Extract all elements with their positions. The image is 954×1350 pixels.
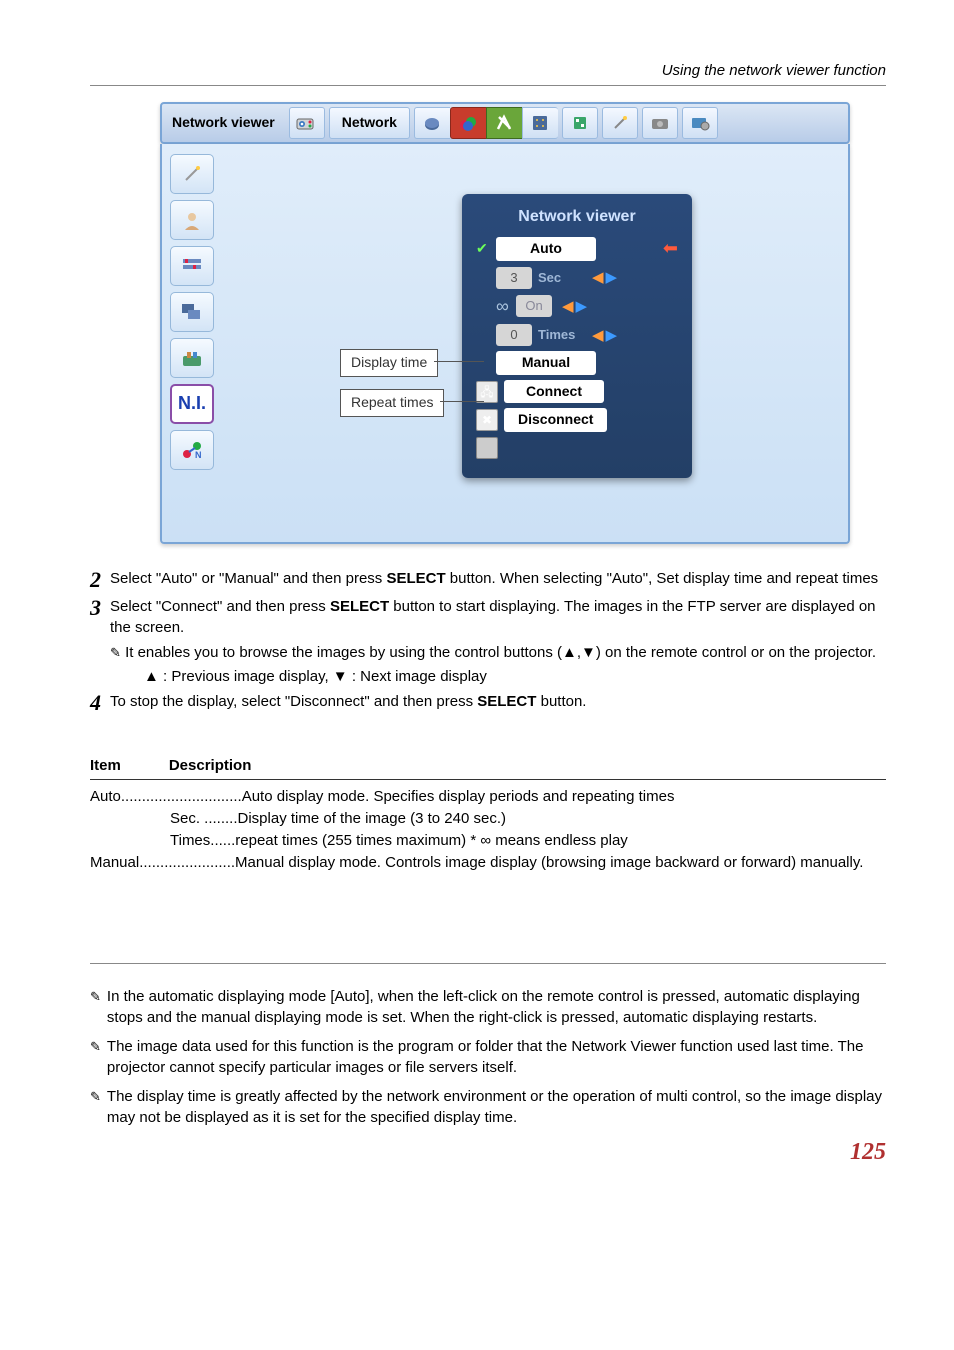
- wand-small-icon[interactable]: [170, 154, 214, 194]
- footnote-text: The image data used for this function is…: [107, 1036, 886, 1078]
- dialog-title: Network viewer: [476, 206, 678, 228]
- back-arrow-icon[interactable]: ⬅: [663, 236, 678, 261]
- times-arrows[interactable]: ◀▶: [592, 325, 617, 346]
- tools-icon[interactable]: [170, 338, 214, 378]
- ni-icon[interactable]: N.I.: [170, 384, 214, 424]
- section-header: Using the network viewer function: [90, 60, 886, 86]
- input-icon-4[interactable]: [522, 107, 558, 139]
- store-icon[interactable]: [476, 437, 498, 459]
- input-icon-2-red[interactable]: [450, 107, 486, 139]
- steps-block: 2 Select "Auto" or "Manual" and then pre…: [90, 568, 886, 715]
- viewer-icon[interactable]: [682, 107, 718, 139]
- step-number: 2: [90, 568, 110, 592]
- ni-label: N.I.: [178, 391, 206, 416]
- check-icon: ✔: [476, 239, 490, 259]
- manual-button[interactable]: Manual: [496, 351, 596, 375]
- step-body: To stop the display, select "Disconnect"…: [110, 691, 886, 715]
- network-icon[interactable]: N: [170, 430, 214, 470]
- step-number: 3: [90, 596, 110, 638]
- table-row: Sec. ........Display time of the image (…: [90, 808, 886, 830]
- osd-sidebar: N.I. N: [162, 144, 222, 542]
- table-row: Manual.......................Manual disp…: [90, 852, 886, 874]
- tile-icon[interactable]: [562, 107, 598, 139]
- sec-arrows[interactable]: ◀▶: [592, 267, 617, 288]
- on-value: On: [516, 295, 552, 317]
- sec-value: 3: [496, 267, 532, 289]
- pencil-icon: ✎: [90, 1086, 101, 1128]
- on-arrows[interactable]: ◀▶: [562, 296, 587, 317]
- times-value: 0: [496, 324, 532, 346]
- input-icon-1[interactable]: [414, 107, 450, 139]
- footnotes: ✎ In the automatic displaying mode [Auto…: [90, 963, 886, 1128]
- footnote-text: In the automatic displaying mode [Auto],…: [107, 986, 886, 1028]
- page-number: 125: [90, 1136, 886, 1170]
- callout-line: [440, 401, 484, 402]
- osd-panel: N.I. N Network viewer ✔ Auto ⬅ 3 Sec ◀▶ …: [160, 144, 850, 544]
- network-viewer-dialog: Network viewer ✔ Auto ⬅ 3 Sec ◀▶ ∞ On ◀▶…: [462, 194, 692, 478]
- svg-text:N: N: [195, 450, 202, 460]
- network-tab[interactable]: Network: [329, 107, 410, 139]
- callout-display-time: Display time: [340, 349, 438, 377]
- camera-icon[interactable]: [642, 107, 678, 139]
- sliders-icon[interactable]: [170, 246, 214, 286]
- wand-icon[interactable]: [602, 107, 638, 139]
- footnote-text: The display time is greatly affected by …: [107, 1086, 886, 1128]
- table-row: Auto.............................Auto di…: [90, 786, 886, 808]
- screens-icon[interactable]: [170, 292, 214, 332]
- table-row: Times......repeat times (255 times maxim…: [90, 830, 886, 852]
- pencil-icon: ✎: [110, 645, 121, 660]
- pencil-icon: ✎: [90, 986, 101, 1028]
- th-desc: Description: [169, 755, 252, 776]
- step-note: ✎ It enables you to browse the images by…: [90, 642, 886, 663]
- person-icon[interactable]: [170, 200, 214, 240]
- input-icon-3-green[interactable]: [486, 107, 522, 139]
- infinity-icon: ∞: [496, 294, 510, 319]
- step-number: 4: [90, 691, 110, 715]
- menubar-title: Network viewer: [166, 113, 285, 133]
- projector-icon[interactable]: [289, 107, 325, 139]
- disconnect-icon: ✖: [476, 409, 498, 431]
- disconnect-button[interactable]: Disconnect: [504, 408, 607, 432]
- step-body: Select "Connect" and then press SELECT b…: [110, 596, 886, 638]
- description-table: Item Description Auto...................…: [90, 755, 886, 873]
- callout-repeat-times: Repeat times: [340, 389, 444, 417]
- step-subnote: ▲ : Previous image display, ▼ : Next ima…: [90, 666, 886, 687]
- connect-icon: 🖧: [476, 381, 498, 403]
- app-menubar: Network viewer Network: [160, 102, 850, 144]
- times-label: Times: [538, 326, 582, 344]
- pencil-icon: ✎: [90, 1036, 101, 1078]
- sec-label: Sec: [538, 269, 582, 287]
- connect-button[interactable]: Connect: [504, 380, 604, 404]
- callout-line: [434, 361, 484, 362]
- step-body: Select "Auto" or "Manual" and then press…: [110, 568, 886, 592]
- th-item: Item: [90, 755, 121, 776]
- auto-button[interactable]: Auto: [496, 237, 596, 261]
